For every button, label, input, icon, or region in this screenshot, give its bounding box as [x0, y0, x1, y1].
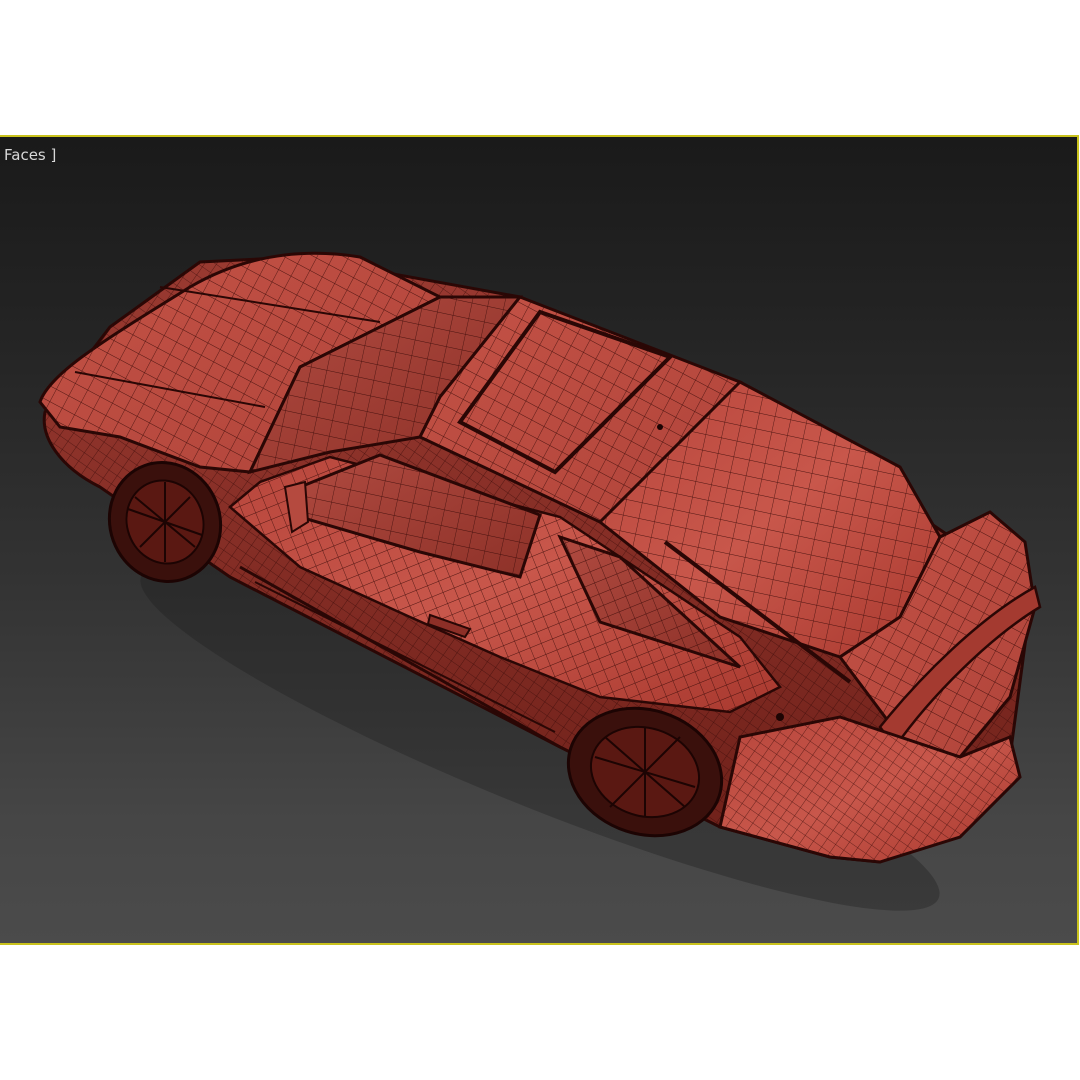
viewport-shading-label[interactable]: Faces ] — [4, 146, 56, 164]
roof-detail — [657, 424, 663, 430]
viewport-scene[interactable] — [0, 137, 1077, 943]
fuel-cap-detail — [776, 713, 784, 721]
page: Faces ] — [0, 0, 1080, 1080]
3d-viewport[interactable]: Faces ] — [0, 135, 1079, 945]
